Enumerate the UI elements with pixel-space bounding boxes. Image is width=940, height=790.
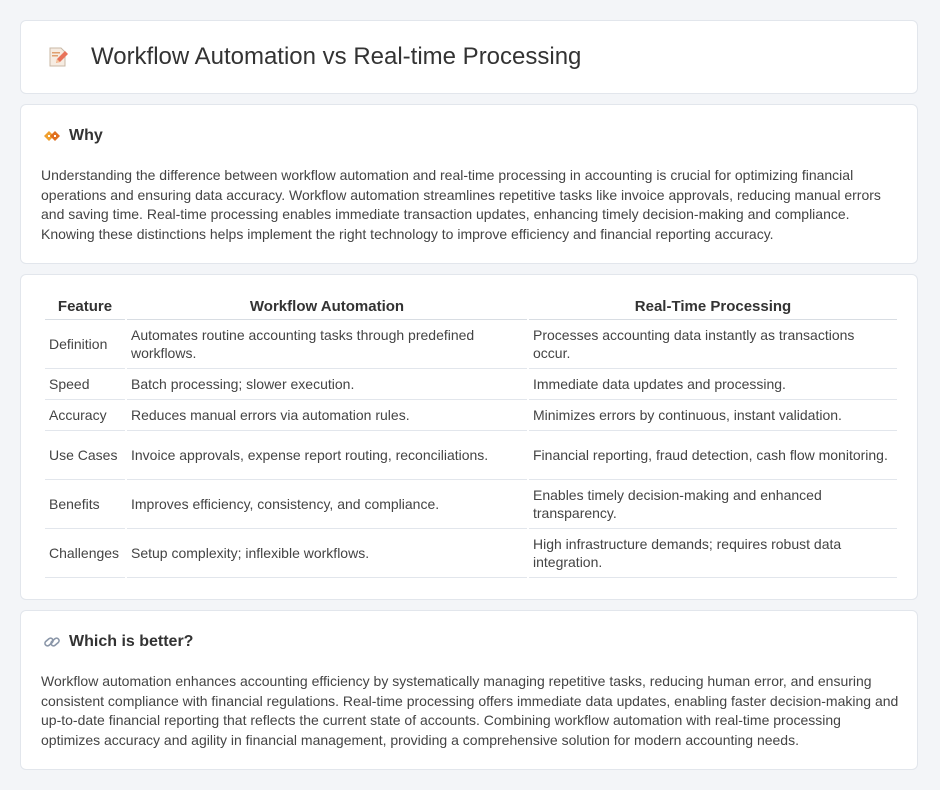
row-workflow-cell: Setup complexity; inflexible workflows.	[127, 529, 527, 578]
table-row: Benefits Improves efficiency, consistenc…	[45, 480, 897, 529]
table-header-row: Feature Workflow Automation Real-Time Pr…	[45, 293, 897, 320]
table-row: Challenges Setup complexity; inflexible …	[45, 529, 897, 578]
row-realtime-cell: Processes accounting data instantly as t…	[529, 320, 897, 369]
row-realtime-cell: Financial reporting, fraud detection, ca…	[529, 431, 897, 480]
row-workflow-cell: Batch processing; slower execution.	[127, 369, 527, 400]
table-row: Definition Automates routine accounting …	[45, 320, 897, 369]
why-section: Why Understanding the difference between…	[20, 104, 918, 264]
table-row: Accuracy Reduces manual errors via autom…	[45, 400, 897, 431]
header-feature: Feature	[45, 293, 125, 320]
row-feature: Accuracy	[45, 400, 125, 431]
row-realtime-cell: Minimizes errors by continuous, instant …	[529, 400, 897, 431]
which-better-text: Workflow automation enhances accounting …	[41, 673, 899, 748]
comparison-table: Feature Workflow Automation Real-Time Pr…	[43, 293, 899, 578]
row-realtime-cell: Immediate data updates and processing.	[529, 369, 897, 400]
why-text: Understanding the difference between wor…	[41, 167, 881, 242]
row-realtime-cell: Enables timely decision-making and enhan…	[529, 480, 897, 529]
why-heading: Why	[69, 127, 103, 144]
comparison-card: Feature Workflow Automation Real-Time Pr…	[20, 274, 918, 600]
row-workflow-cell: Reduces manual errors via automation rul…	[127, 400, 527, 431]
row-feature: Definition	[45, 320, 125, 369]
table-row: Speed Batch processing; slower execution…	[45, 369, 897, 400]
table-row: Use Cases Invoice approvals, expense rep…	[45, 431, 897, 480]
which-better-heading: Which is better?	[69, 633, 194, 650]
pencil-document-icon	[49, 47, 68, 67]
row-feature: Use Cases	[45, 431, 125, 480]
header-workflow-automation: Workflow Automation	[127, 293, 527, 320]
row-feature: Speed	[45, 369, 125, 400]
header-real-time-processing: Real-Time Processing	[529, 293, 897, 320]
row-realtime-cell: High infrastructure demands; requires ro…	[529, 529, 897, 578]
page-title: Workflow Automation vs Real-time Process…	[91, 43, 582, 70]
which-better-section: Which is better? Workflow automation enh…	[20, 610, 918, 770]
row-feature: Benefits	[45, 480, 125, 529]
row-workflow-cell: Automates routine accounting tasks throu…	[127, 320, 527, 369]
diamond-signs-icon	[44, 131, 60, 141]
title-card: Workflow Automation vs Real-time Process…	[20, 20, 918, 94]
row-feature: Challenges	[45, 529, 125, 578]
row-workflow-cell: Improves efficiency, consistency, and co…	[127, 480, 527, 529]
link-icon	[44, 637, 60, 647]
row-workflow-cell: Invoice approvals, expense report routin…	[127, 431, 527, 480]
